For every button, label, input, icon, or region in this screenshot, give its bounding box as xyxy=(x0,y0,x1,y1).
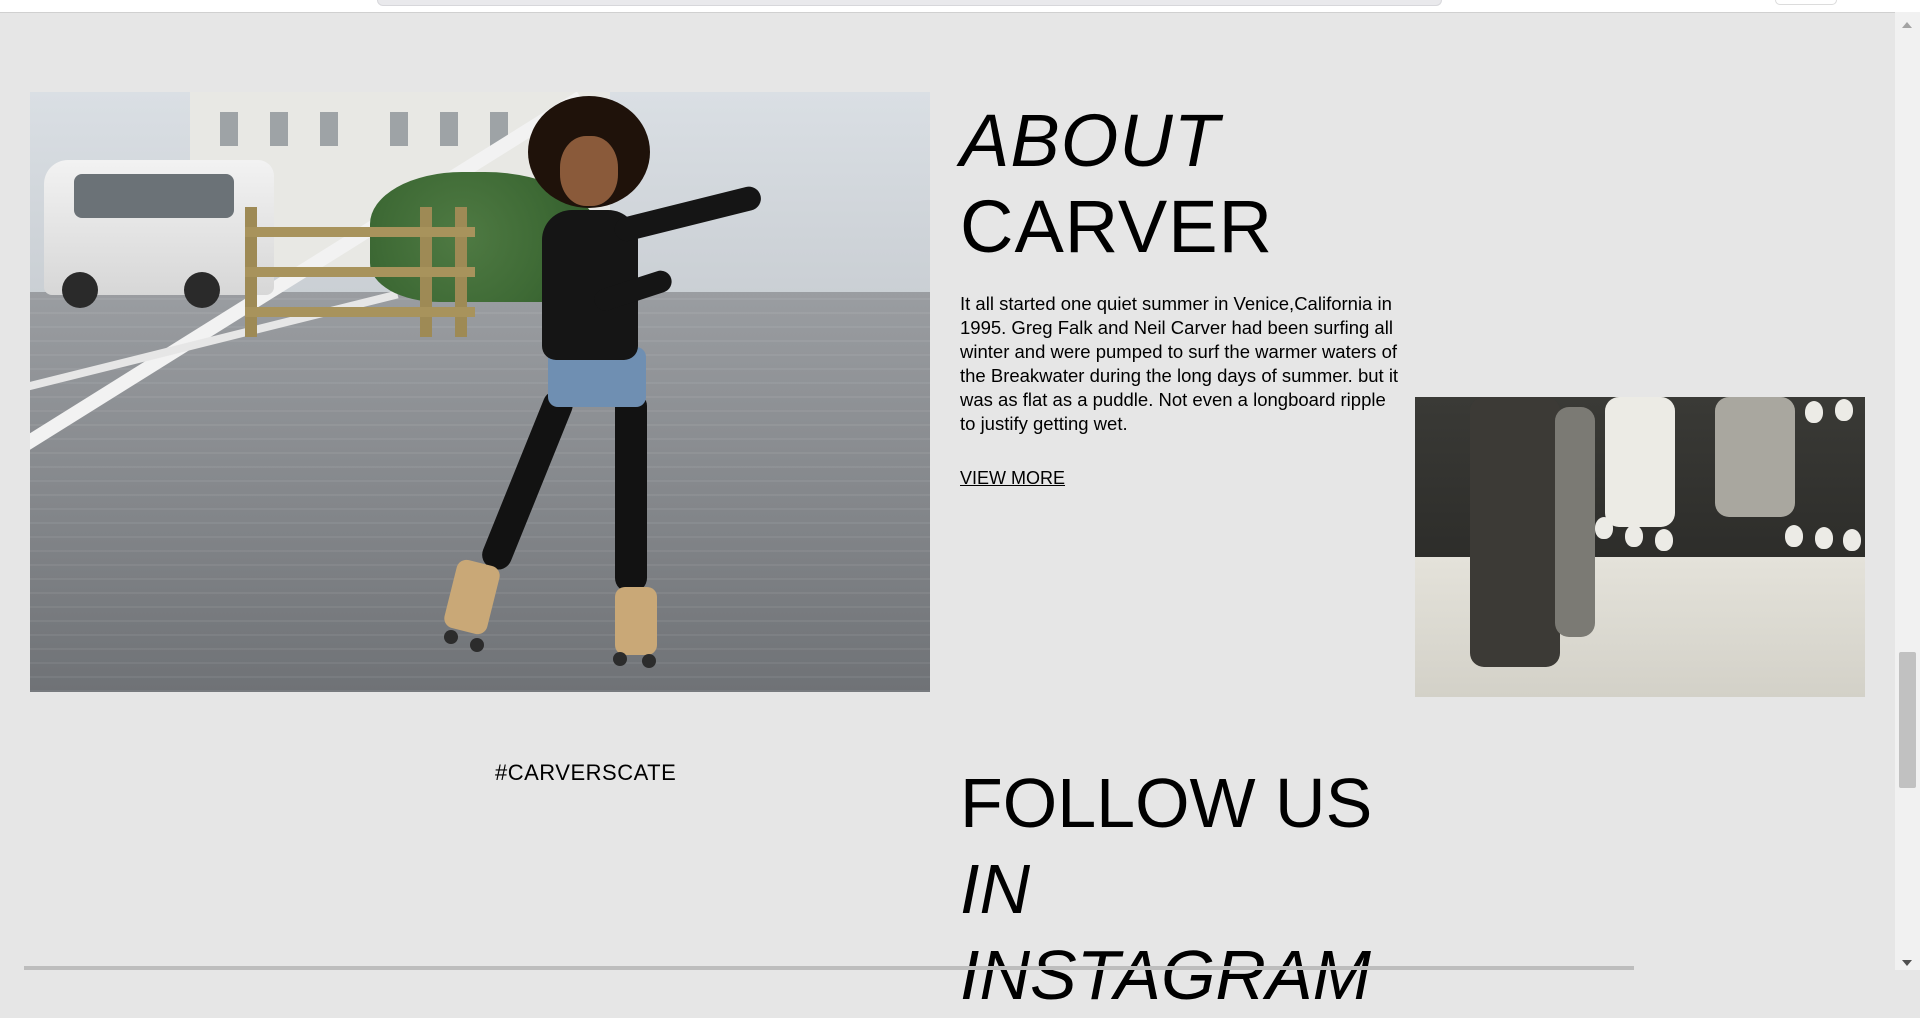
about-carver-heading: ABOUT CARVER xyxy=(960,98,1273,270)
follow-us-heading: FOLLOW US IN INSTAGRAM xyxy=(960,760,1372,1018)
skate-wheel xyxy=(642,654,656,668)
vintage-skaters-photo xyxy=(1415,397,1865,697)
about-heading-line1: ABOUT xyxy=(960,99,1220,182)
wall-decor xyxy=(1843,529,1861,551)
skate-boot xyxy=(442,557,502,637)
wall-decor xyxy=(1655,529,1673,551)
scroll-up-icon[interactable] xyxy=(1902,22,1912,28)
skater-figure xyxy=(410,92,764,692)
building-window xyxy=(220,112,238,146)
skater-face xyxy=(560,136,618,206)
van-wheel xyxy=(184,272,220,308)
follow-heading-line1: FOLLOW US xyxy=(960,764,1373,842)
horizontal-scrollbar-fragment[interactable] xyxy=(24,966,1634,970)
roller-skater-photo xyxy=(30,92,930,692)
skater-leg xyxy=(477,386,577,574)
address-bar-fragment[interactable] xyxy=(377,0,1442,6)
building-window xyxy=(320,112,338,146)
wall-decor xyxy=(1805,401,1823,423)
follow-heading-line3: INSTAGRAM xyxy=(960,936,1371,1014)
vintage-figure-child xyxy=(1555,407,1595,637)
wall-decor xyxy=(1815,527,1833,549)
follow-heading-line2: IN xyxy=(960,850,1030,928)
van-wheel xyxy=(62,272,98,308)
hashtag-label: #CARVERSCATE xyxy=(495,760,677,785)
scroll-down-icon[interactable] xyxy=(1902,960,1912,966)
toolbar-button-fragment[interactable] xyxy=(1775,0,1837,5)
browser-top-strip xyxy=(0,0,1920,13)
view-more-link[interactable]: VIEW MORE xyxy=(960,468,1065,489)
about-heading-line2: CARVER xyxy=(960,185,1274,268)
wall-decor xyxy=(1785,525,1803,547)
skate-wheel xyxy=(613,652,627,666)
vintage-figure-girl xyxy=(1715,397,1795,517)
skate-boot xyxy=(615,587,657,655)
vintage-figure-girl xyxy=(1605,397,1675,527)
skate-wheel xyxy=(444,630,458,644)
wall-decor xyxy=(1625,525,1643,547)
vertical-scrollbar[interactable] xyxy=(1895,12,1920,970)
skater-leg xyxy=(615,392,647,592)
skate-wheel xyxy=(470,638,484,652)
about-description: It all started one quiet summer in Venic… xyxy=(960,293,1399,434)
photo-van xyxy=(44,160,274,308)
scrollbar-thumb[interactable] xyxy=(1899,652,1916,788)
wall-decor xyxy=(1835,399,1853,421)
van-window xyxy=(74,174,234,218)
vintage-figure-man xyxy=(1470,397,1560,667)
building-window xyxy=(390,112,408,146)
building-window xyxy=(270,112,288,146)
